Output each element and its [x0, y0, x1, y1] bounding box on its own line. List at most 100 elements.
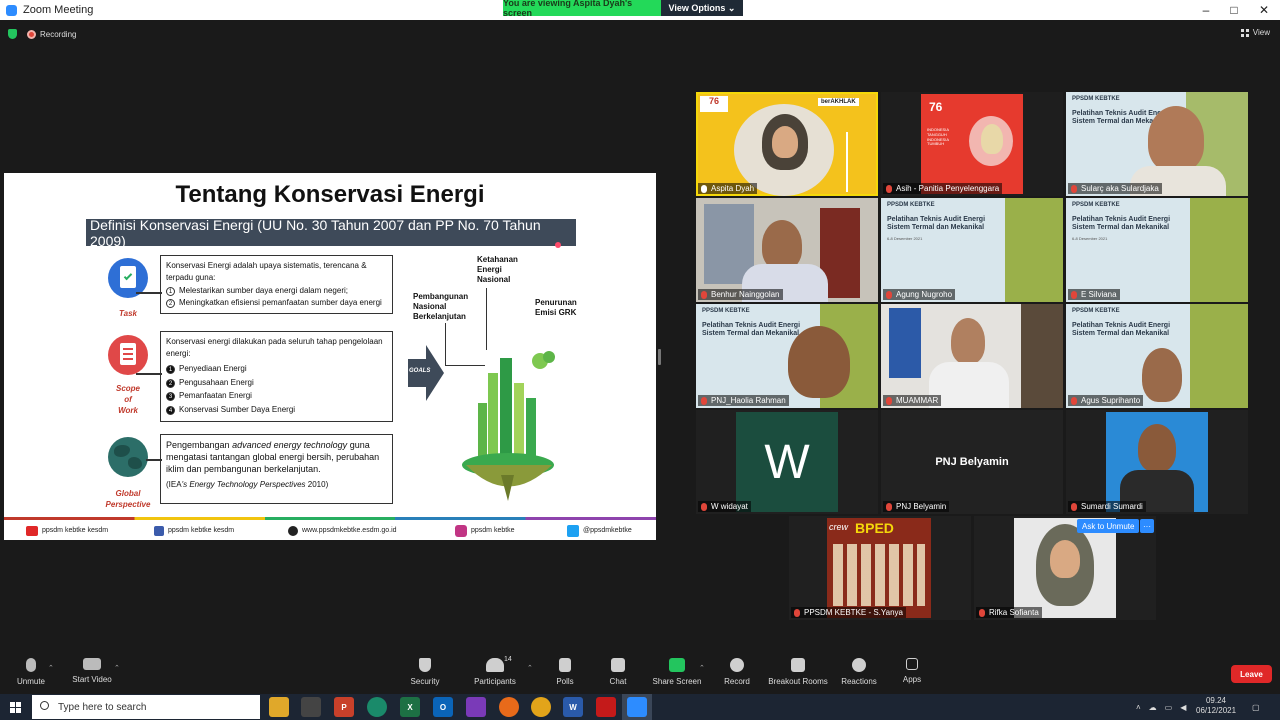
powerpoint-icon[interactable]: P — [334, 697, 354, 717]
video-off-icon — [83, 658, 101, 670]
recording-label[interactable]: Recording — [40, 30, 76, 39]
chevron-up-icon[interactable]: ˄ — [1136, 703, 1141, 712]
participant-name-text: Benhur Nainggolan — [711, 290, 780, 299]
video-tile[interactable]: PNJ Belyamin PNJ Belyamin — [881, 410, 1063, 514]
video-tile[interactable]: PPSDM KEBTKE Pelatihan Teknis Audit Ener… — [1066, 92, 1248, 196]
video-tile[interactable]: PPSDM KEBTKE Pelatihan Teknis Audit Ener… — [696, 304, 878, 408]
video-tile[interactable]: MUAMMAR — [881, 304, 1063, 408]
mic-muted-icon — [886, 502, 892, 511]
video-tile[interactable]: PPSDM KEBTKE Pelatihan Teknis Audit Ener… — [1066, 198, 1248, 302]
training-title: Pelatihan Teknis Audit Energi Sistem Ter… — [1072, 322, 1171, 338]
facebook-handle: ppsdm kebtke kesdm — [168, 527, 235, 534]
scope-intro: Konservasi energi dilakukan pada seluruh… — [166, 337, 383, 358]
security-button[interactable]: Security — [390, 658, 460, 686]
excel-icon[interactable]: X — [400, 697, 420, 717]
participant-name-text: Sumardi Sumardi — [1081, 502, 1143, 511]
training-date: 6-8 Desember 2021 — [887, 236, 923, 241]
photo-grid — [833, 544, 925, 606]
video-tile[interactable]: 76 INDONESIA TANGGUH INDONESIA TUMBUH As… — [881, 92, 1063, 196]
mic-muted-icon — [886, 290, 892, 299]
outlook-icon[interactable]: O — [433, 697, 453, 717]
participants-count: 14 — [504, 656, 512, 663]
person-face — [1138, 424, 1176, 472]
twitter-icon — [567, 524, 579, 537]
scope-connector — [136, 373, 162, 375]
view-options-button[interactable]: View Options ⌄ — [661, 0, 743, 16]
zoom-taskbar-icon[interactable] — [627, 697, 647, 717]
goal-line-1 — [445, 323, 447, 365]
word-icon[interactable]: W — [563, 697, 583, 717]
grid-icon — [1240, 28, 1249, 37]
edge-icon[interactable] — [367, 697, 387, 717]
scope-item-text: Konservasi Sumber Daya Energi — [179, 404, 296, 414]
person-face — [951, 318, 985, 364]
mic-muted-icon — [1071, 290, 1077, 299]
footer-youtube: ppsdm kebtke kesdm — [26, 525, 108, 536]
network-icon[interactable]: ☁ — [1149, 703, 1157, 712]
meeting-status-row: Recording — [8, 26, 76, 42]
clock-time: 09.24 — [1205, 696, 1227, 705]
taskbar-search[interactable]: Type here to search — [32, 695, 260, 719]
taskbar-clock[interactable]: 09.24 06/12/2021 — [1196, 696, 1236, 717]
breakout-rooms-button[interactable]: Breakout Rooms — [763, 658, 833, 686]
battery-icon[interactable]: ▭ — [1165, 703, 1173, 712]
video-tile[interactable]: crew BPED PPSDM KEBTKE - S.Yanya — [789, 516, 971, 620]
more-options-button[interactable]: ··· — [1140, 519, 1154, 533]
unmute-label: Unmute — [16, 677, 45, 686]
minimize-icon: – — [1202, 3, 1210, 17]
acrobat-icon[interactable] — [596, 697, 616, 717]
start-button[interactable] — [0, 694, 30, 720]
industrial-background — [1190, 198, 1248, 302]
close-icon: ✕ — [1258, 3, 1270, 17]
participants-button[interactable]: 14 Participants — [460, 656, 530, 686]
shield-icon[interactable] — [8, 29, 17, 39]
app-icon[interactable] — [466, 697, 486, 717]
caret-up-icon[interactable]: ⌃ — [48, 664, 54, 672]
video-tile[interactable]: 76 berAKHLAK Aspita Dyah — [696, 92, 878, 196]
scope-item-text: Pengusahaan Energi — [179, 377, 254, 387]
caret-up-icon[interactable]: ⌃ — [114, 664, 120, 672]
chrome-icon[interactable] — [531, 697, 551, 717]
store-icon[interactable] — [301, 697, 321, 717]
notifications-icon[interactable]: ▢ — [1252, 694, 1260, 720]
bped-label: BPED — [855, 520, 894, 536]
leave-button[interactable]: Leave — [1231, 665, 1272, 683]
person-face — [1050, 540, 1080, 578]
view-button[interactable]: View — [1240, 28, 1270, 37]
scope-label-3: Work — [118, 405, 138, 415]
share-screen-icon — [669, 658, 685, 672]
video-tile[interactable]: Sumardi Sumardi — [1066, 410, 1248, 514]
firefox-icon[interactable] — [499, 697, 519, 717]
task-item-text: Melestarikan sumber daya energi dalam ne… — [179, 286, 348, 296]
number-badge: 2 — [166, 298, 175, 308]
ppsdm-logo: PPSDM KEBTKE — [1072, 202, 1120, 208]
close-button[interactable]: ✕ — [1248, 0, 1280, 20]
volume-icon[interactable]: ◀ — [1180, 703, 1186, 712]
green-city-illustration — [462, 351, 555, 501]
participant-name-text: Agus Suprihanto — [1081, 396, 1141, 405]
video-tile[interactable]: W W widayat — [696, 410, 878, 514]
apps-button[interactable]: Apps — [877, 658, 947, 684]
record-button[interactable]: Record — [702, 658, 772, 686]
definition-bar: Definisi Konservasi Energi (UU No. 30 Ta… — [86, 217, 576, 249]
participants-icon: 14 — [486, 656, 512, 672]
panel-resize-handle[interactable] — [658, 349, 661, 365]
share-screen-label: Share Screen — [652, 677, 702, 686]
task-box: Konservasi Energi adalah upaya sistemati… — [160, 255, 393, 314]
video-tile[interactable]: Benhur Nainggolan — [696, 198, 878, 302]
ask-to-unmute-button[interactable]: Ask to Unmute — [1077, 519, 1140, 533]
bar-chart-icon — [559, 658, 571, 672]
maximize-button[interactable]: □ — [1218, 0, 1250, 20]
video-tile[interactable]: PPSDM KEBTKE Pelatihan Teknis Audit Ener… — [881, 198, 1063, 302]
participant-display-name: PNJ Belyamin — [935, 456, 1009, 468]
youtube-icon — [26, 525, 38, 536]
participant-name: Agus Suprihanto — [1068, 395, 1144, 406]
person-face — [1142, 348, 1182, 402]
video-tile[interactable]: PPSDM KEBTKE Pelatihan Teknis Audit Ener… — [1066, 304, 1248, 408]
global-box: Pengembangan advanced energy technology … — [160, 434, 393, 504]
participant-name: W widayat — [698, 501, 751, 512]
participant-name: Agung Nugroho — [883, 289, 956, 300]
globe-web-icon — [288, 525, 298, 536]
file-explorer-icon[interactable] — [269, 697, 289, 717]
task-intro: Konservasi Energi adalah upaya sistemati… — [166, 261, 367, 282]
